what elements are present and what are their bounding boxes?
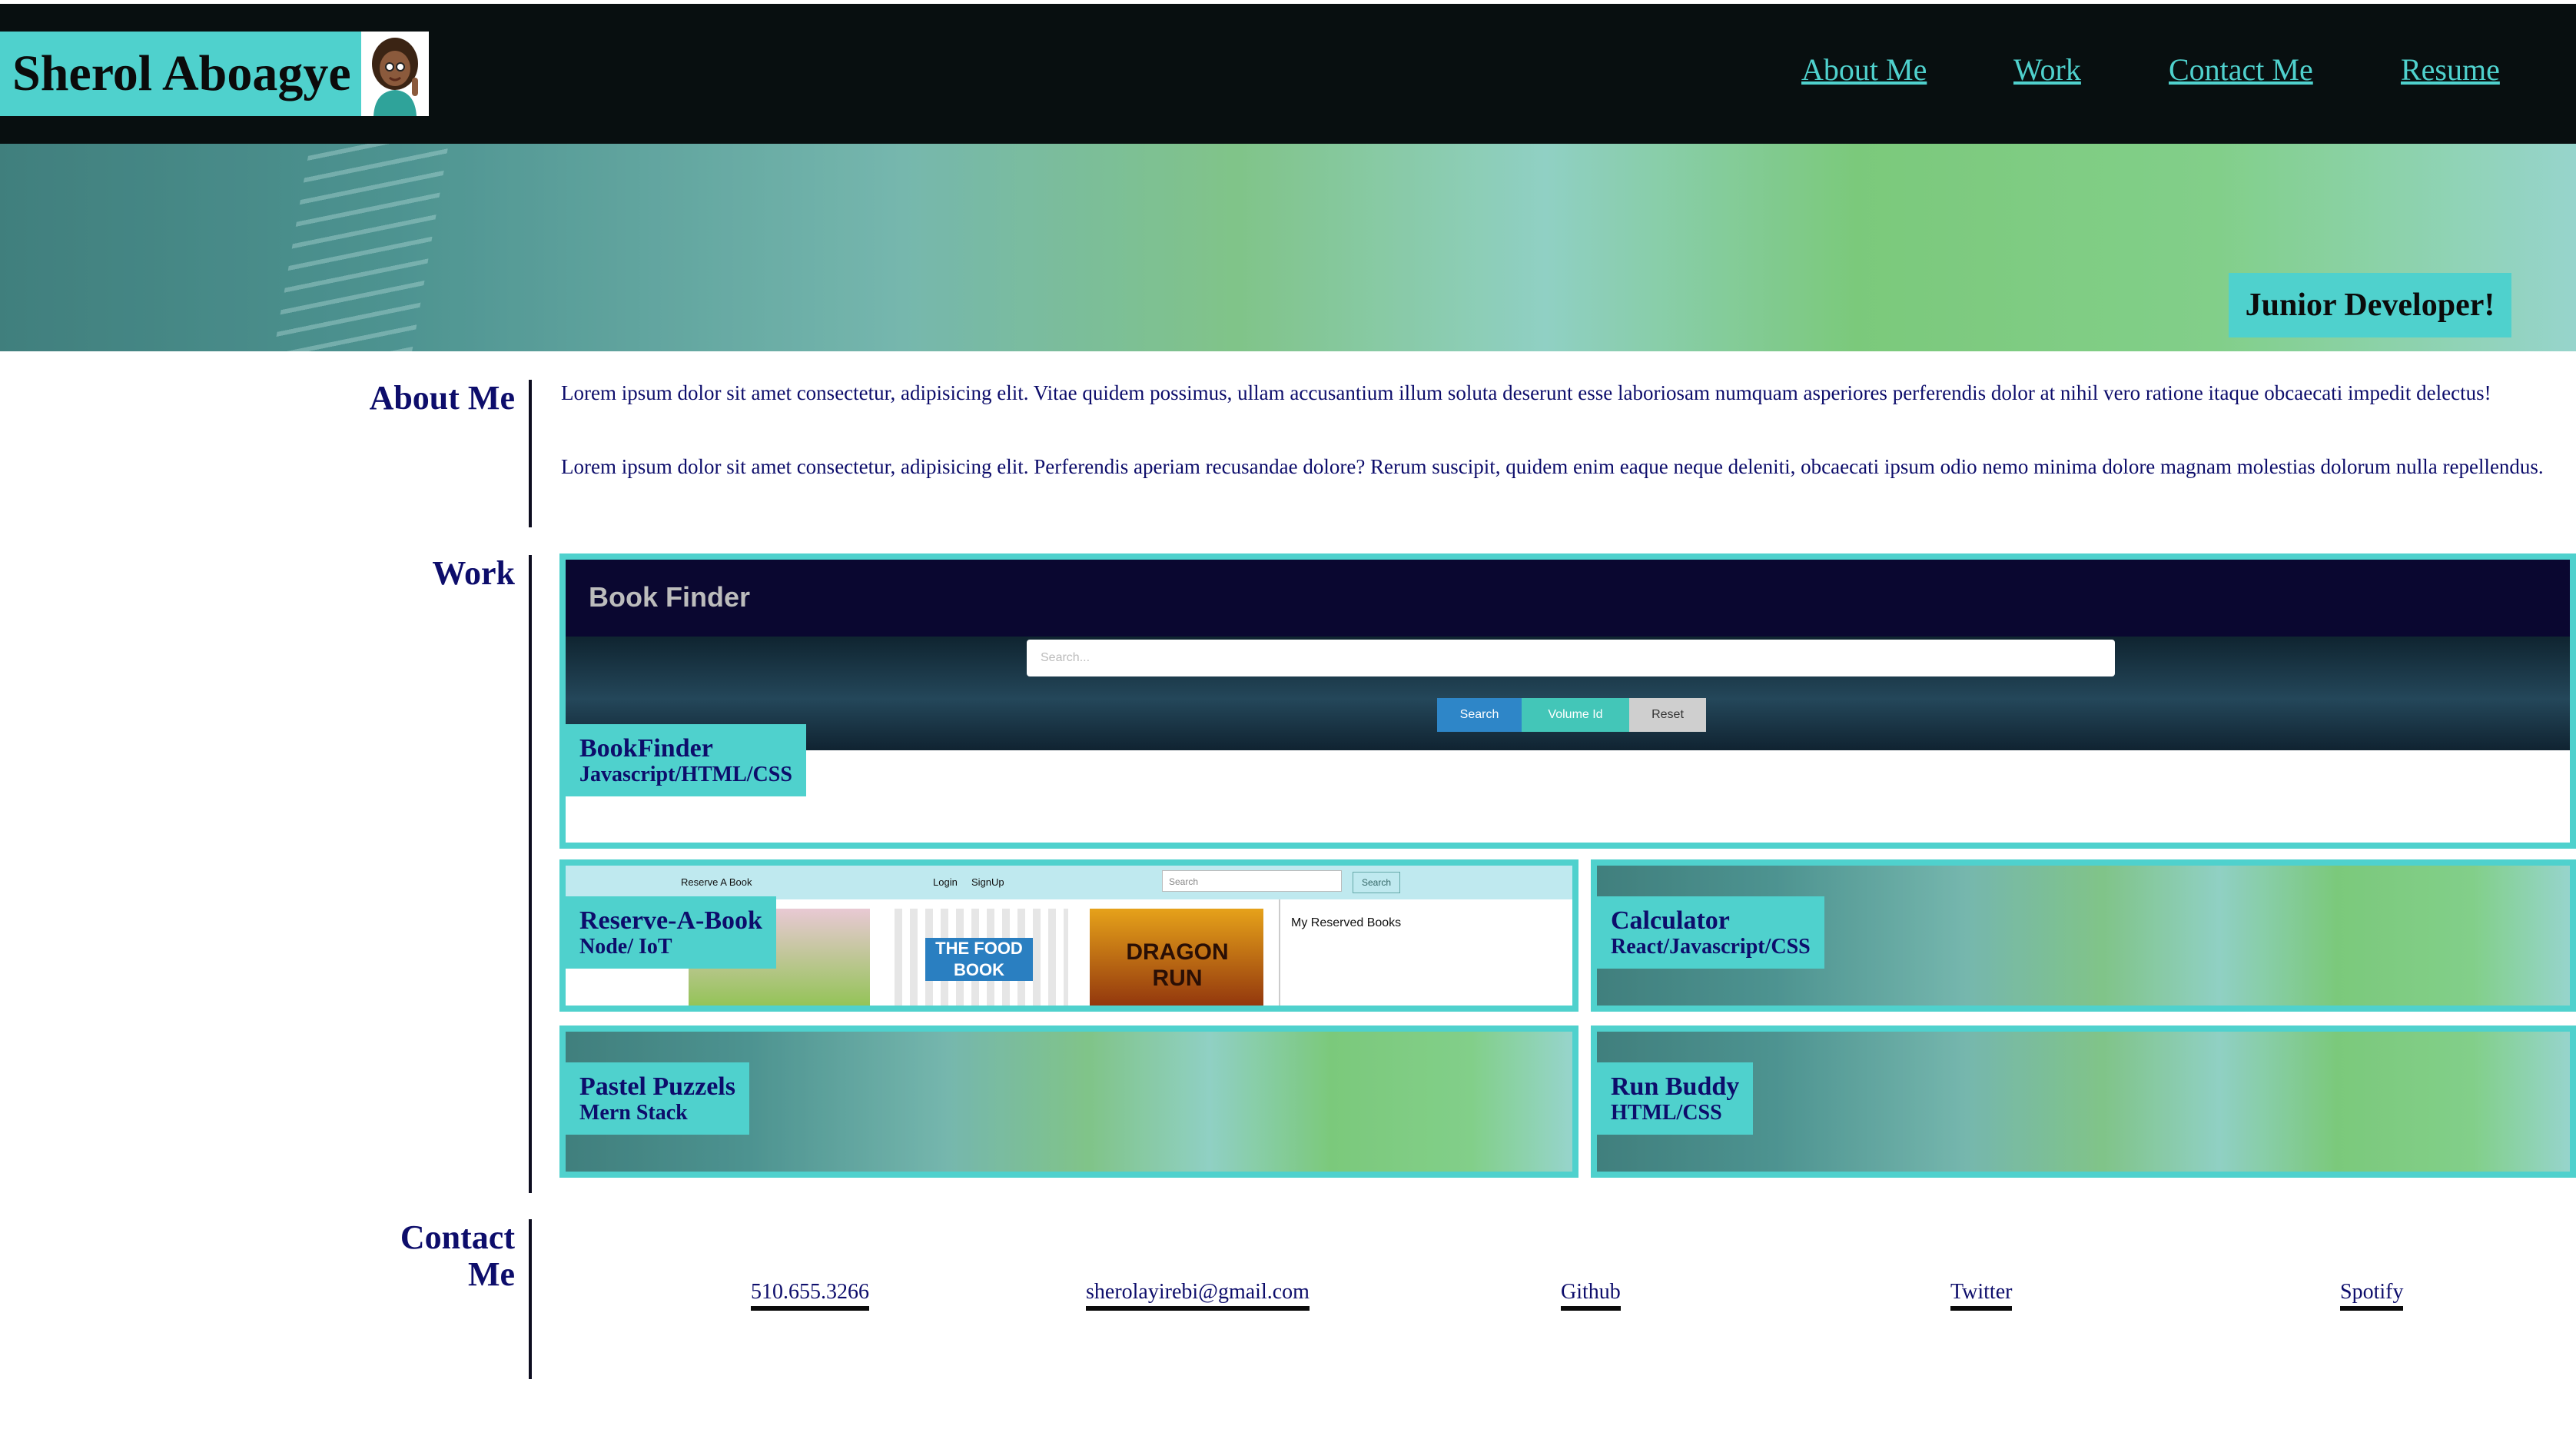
project-tech: React/Javascript/CSS [1611, 935, 1811, 959]
hero-tagline: Junior Developer! [2229, 273, 2511, 337]
reserve-search-input: Search [1162, 870, 1342, 892]
site-header: Sherol Aboagye About Me Work Contact Me … [0, 4, 2576, 144]
reserve-login-link: Login [933, 876, 958, 888]
contact-email-link[interactable]: sherolayirebi@gmail.com [1086, 1280, 1310, 1311]
contact-phone-link[interactable]: 510.655.3266 [751, 1280, 869, 1311]
work-section-title: Work [432, 554, 515, 592]
dragon-run-title: DRAGON RUN [1126, 939, 1229, 991]
reserve-brand: Reserve A Book [681, 876, 752, 888]
bookfinder-search-button: Search [1437, 698, 1522, 732]
avatar-illustration-icon [361, 32, 429, 116]
reserve-search-button: Search [1353, 872, 1400, 893]
project-title: Calculator [1611, 906, 1730, 935]
contact-divider [529, 1219, 532, 1379]
project-tech: Node/ IoT [579, 935, 672, 959]
bookfinder-reset-button: Reset [1629, 698, 1706, 732]
nav-contact-me[interactable]: Contact Me [2169, 52, 2313, 88]
work-divider [529, 555, 532, 1193]
nav-about-me[interactable]: About Me [1801, 52, 1927, 88]
contact-spotify-link[interactable]: Spotify [2340, 1280, 2404, 1311]
nav-resume[interactable]: Resume [2401, 52, 2500, 88]
bookfinder-navbar: Book Finder [566, 560, 2570, 637]
food-book-title: THE FOOD BOOK [925, 938, 1033, 981]
about-divider [529, 380, 532, 527]
project-card-reserve-a-book[interactable]: Reserve A Book Login SignUp Search Searc… [559, 859, 1578, 1012]
project-tech: Javascript/HTML/CSS [579, 763, 792, 786]
project-card-run-buddy[interactable]: Run Buddy HTML/CSS [1591, 1025, 2576, 1178]
reserve-book-cover-dragon-run: DRAGON RUN [1090, 909, 1263, 1006]
project-tech: Mern Stack [579, 1101, 688, 1125]
project-tech: HTML/CSS [1611, 1101, 1722, 1125]
brand[interactable]: Sherol Aboagye [0, 32, 361, 116]
about-paragraph-1: Lorem ipsum dolor sit amet consectetur, … [561, 381, 2491, 404]
project-card-pastel-puzzels[interactable]: Pastel Puzzels Mern Stack [559, 1025, 1578, 1178]
reserve-navbar: Reserve A Book Login SignUp Search Searc… [566, 866, 1572, 899]
contact-twitter-link[interactable]: Twitter [1950, 1280, 2013, 1311]
about-section-title: About Me [369, 379, 515, 417]
reserve-book-cover-food: THE FOOD BOOK [895, 909, 1068, 1006]
project-label-bookfinder: BookFinder Javascript/HTML/CSS [566, 724, 806, 796]
about-paragraph-2: Lorem ipsum dolor sit amet consectetur, … [561, 455, 2544, 478]
bookfinder-search-input: Search... [1027, 640, 2115, 676]
project-title: Run Buddy [1611, 1072, 1740, 1101]
project-label-calculator: Calculator React/Javascript/CSS [1597, 896, 1824, 969]
contact-github-link[interactable]: Github [1561, 1280, 1621, 1311]
reserve-sidebar-title: My Reserved Books [1291, 916, 1402, 929]
hero-banner [0, 144, 2576, 351]
project-card-bookfinder[interactable]: Book Finder Search... Search Volume Id R… [559, 553, 2576, 849]
bookfinder-volume-button: Volume Id [1522, 698, 1629, 732]
nav-work[interactable]: Work [2013, 52, 2081, 88]
project-title: Reserve-A-Book [579, 906, 762, 935]
project-label-run-buddy: Run Buddy HTML/CSS [1597, 1062, 1754, 1135]
brand-name: Sherol Aboagye [12, 45, 351, 101]
reserve-signup-link: SignUp [971, 876, 1004, 888]
project-card-calculator[interactable]: Calculator React/Javascript/CSS [1591, 859, 2576, 1012]
project-title: Pastel Puzzels [579, 1072, 735, 1101]
avatar-image [361, 32, 429, 116]
project-label-pastel-puzzels: Pastel Puzzels Mern Stack [566, 1062, 749, 1135]
bookfinder-app-title: Book Finder [589, 581, 751, 613]
contact-section-title: Contact Me [400, 1218, 515, 1293]
project-label-reserve-a-book: Reserve-A-Book Node/ IoT [566, 896, 776, 969]
project-title: BookFinder [579, 734, 713, 763]
